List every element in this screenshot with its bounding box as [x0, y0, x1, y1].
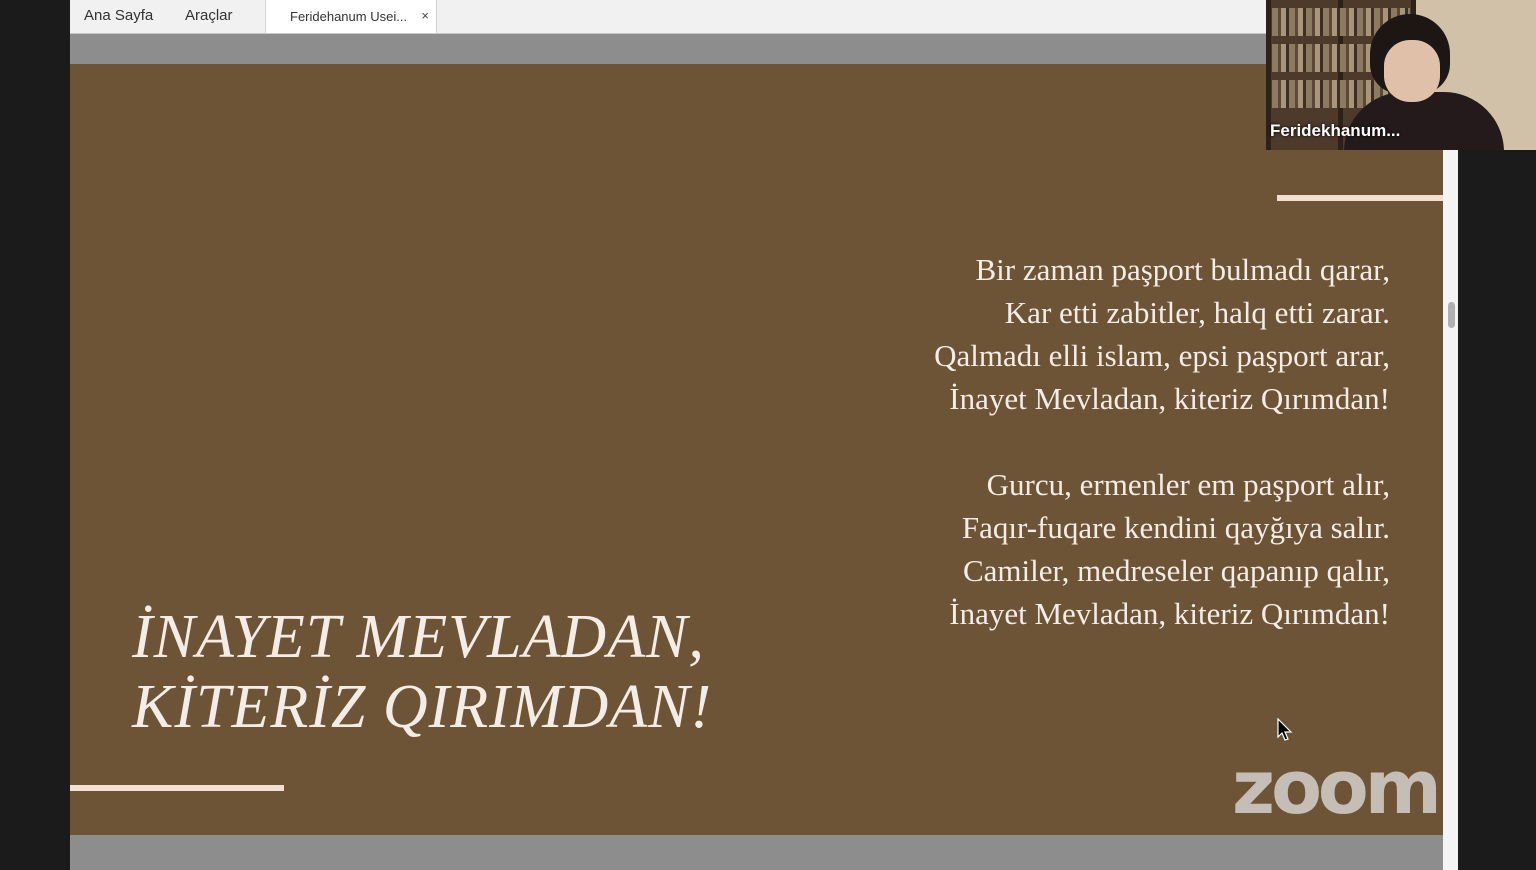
app-toolbar: Ana Sayfa Araçlar Feridehanum Usei... ×	[70, 0, 1458, 34]
slide-top-margin	[70, 34, 1458, 64]
decorative-rule-top	[1277, 195, 1443, 201]
poem-line: Kar etti zabitler, halq etti zarar.	[1004, 295, 1390, 330]
participant-name: Feridekhanum...	[1270, 121, 1401, 140]
document-tab[interactable]: Feridehanum Usei... ×	[265, 0, 437, 33]
close-icon[interactable]: ×	[421, 8, 429, 23]
poem-line: Camiler, medreseler qapanıp qalır,	[962, 553, 1390, 588]
mouse-cursor-icon	[1277, 718, 1293, 741]
poem-stanza-2: Gurcu, ermenler em paşport alır, Faqır-f…	[690, 463, 1390, 635]
slide-title: İNAYET MEVLADAN, KİTERİZ QIRIMDAN!	[132, 602, 712, 742]
poem-line: Faqır-fuqare kendini qayğıya salır.	[961, 510, 1390, 545]
poem-line: İnayet Mevladan, kiteriz Qırımdan!	[949, 596, 1390, 631]
slide-title-line: İNAYET MEVLADAN,	[132, 603, 705, 671]
poem-line: Gurcu, ermenler em paşport alır,	[986, 467, 1390, 502]
slide-bottom-margin	[70, 835, 1443, 870]
poem-stanza-1: Bir zaman paşport bulmadı qarar, Kar ett…	[690, 248, 1390, 420]
menu-home[interactable]: Ana Sayfa	[84, 7, 153, 24]
slide-title-line: KİTERİZ QIRIMDAN!	[132, 673, 713, 741]
decorative-rule-bottom	[70, 785, 284, 791]
poem-line: Bir zaman paşport bulmadı qarar,	[975, 252, 1390, 287]
participant-face	[1384, 40, 1440, 102]
slide: Bir zaman paşport bulmadı qarar, Kar ett…	[70, 64, 1443, 835]
screen: Ana Sayfa Araçlar Feridehanum Usei... × …	[0, 0, 1536, 870]
document-tab-label: Feridehanum Usei...	[290, 9, 408, 24]
poem-line: Qalmadı elli islam, epsi paşport arar,	[934, 338, 1390, 373]
scrollbar-thumb[interactable]	[1448, 302, 1455, 328]
scrollbar[interactable]	[1443, 150, 1458, 870]
presentation-window: Ana Sayfa Araçlar Feridehanum Usei... × …	[70, 0, 1458, 870]
poem-line: İnayet Mevladan, kiteriz Qırımdan!	[949, 381, 1390, 416]
participant-video-tile[interactable]: Feridekhanum...	[1266, 0, 1536, 150]
menu-tools[interactable]: Araçlar	[185, 7, 233, 24]
zoom-watermark: zoom	[1232, 745, 1442, 831]
poem-text: Bir zaman paşport bulmadı qarar, Kar ett…	[690, 248, 1390, 678]
